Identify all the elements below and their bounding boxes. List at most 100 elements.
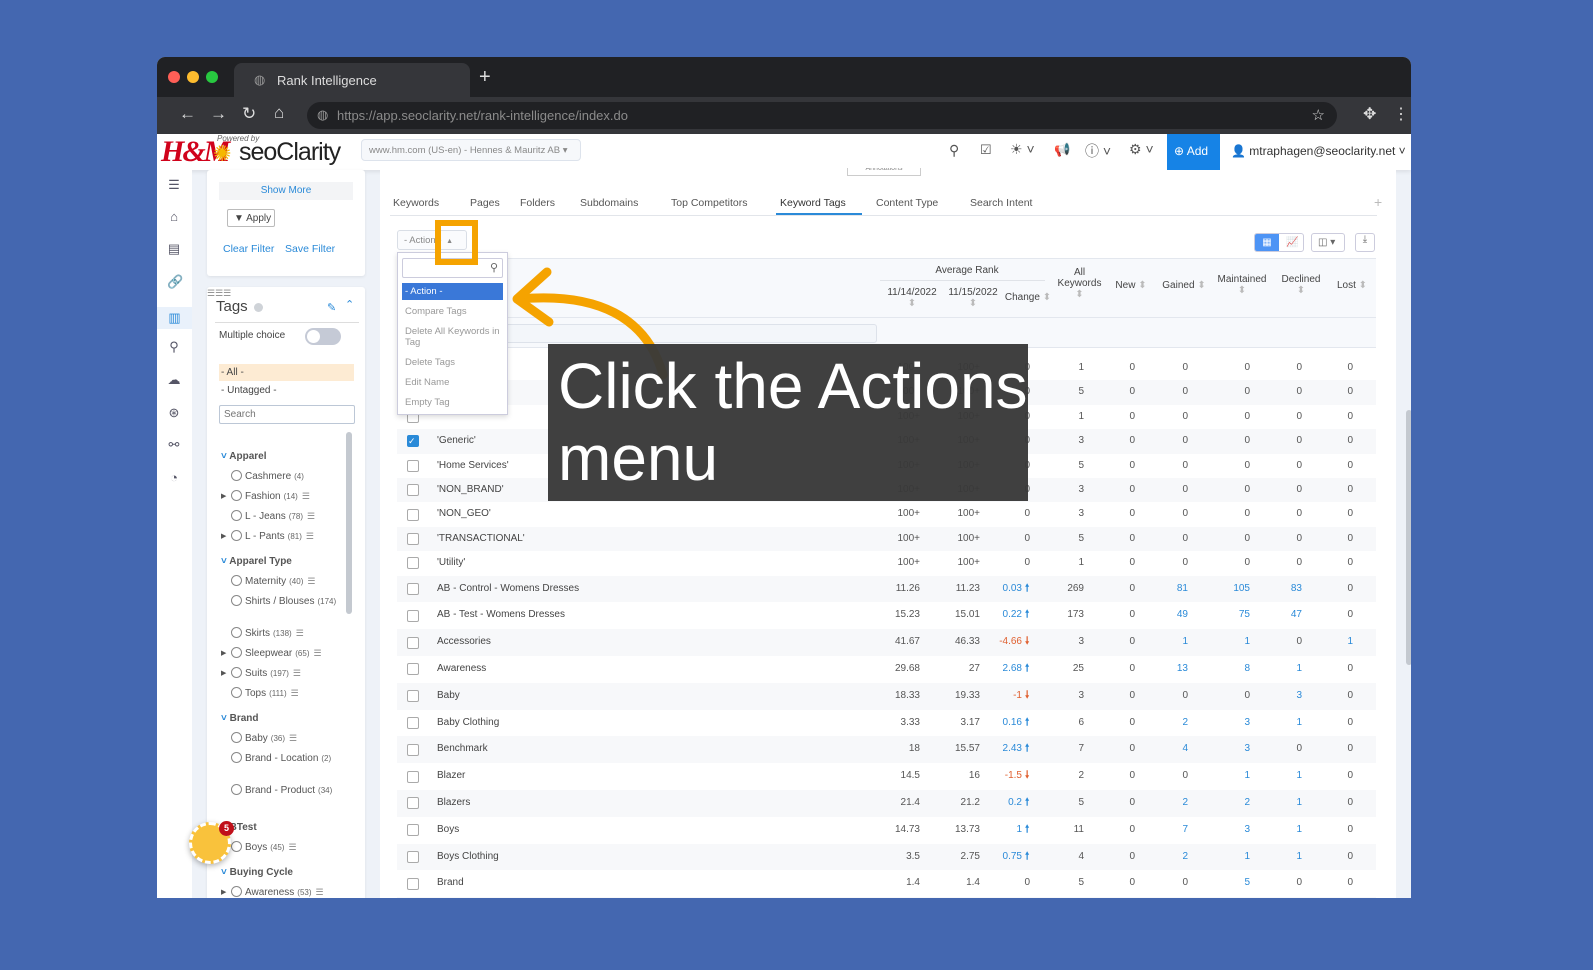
tag-name[interactable]: Boys <box>437 817 459 844</box>
tag-item[interactable]: L - Jeans (78) ☰ <box>223 510 315 522</box>
tag-group[interactable]: ˅ Apparel Type <box>221 556 292 567</box>
tag-radio[interactable] <box>231 784 242 795</box>
cell-declined[interactable]: 1 <box>1252 656 1302 683</box>
cell-gained[interactable]: 2 <box>1138 710 1188 737</box>
add-button[interactable]: ⊕ Add <box>1167 134 1220 170</box>
tag-item[interactable]: ▶ Awareness (53) ☰ <box>221 886 324 898</box>
lightbulb-icon[interactable]: ☀ ˅ <box>1010 141 1035 158</box>
tag-radio[interactable] <box>231 595 242 606</box>
tag-group[interactable]: ˅ Buying Cycle <box>221 867 293 878</box>
row-checkbox[interactable] <box>407 636 419 649</box>
col-maintained[interactable]: Maintained ⬍ <box>1212 274 1272 296</box>
expand-caret-icon[interactable]: ▶ <box>221 532 226 540</box>
tag-radio[interactable] <box>231 647 242 658</box>
history-icon[interactable]: ☰ <box>307 511 315 521</box>
row-checkbox[interactable] <box>407 459 419 472</box>
tag-name[interactable]: Baby Clothing <box>437 710 499 737</box>
col-change[interactable]: Change ⬍ <box>1004 292 1052 303</box>
expand-caret-icon[interactable]: ▶ <box>221 669 226 677</box>
back-icon[interactable]: ← <box>179 104 196 124</box>
help-icon[interactable]: ⓘ ˅ <box>1085 141 1111 161</box>
cell-gained[interactable]: 7 <box>1138 817 1188 844</box>
url-input[interactable]: ◍ https://app.seoclarity.net/rank-intell… <box>307 102 1337 129</box>
cell-maintained[interactable]: 2 <box>1200 897 1250 898</box>
row-checkbox[interactable] <box>407 877 419 890</box>
expand-caret-icon[interactable]: ▶ <box>221 492 226 500</box>
tag-item[interactable]: Boys (45) ☰ <box>223 841 297 853</box>
col-gained[interactable]: Gained ⬍ <box>1158 280 1210 291</box>
cell-gained[interactable]: 2 <box>1138 844 1188 871</box>
history-icon[interactable]: ☰ <box>289 733 297 743</box>
tag-radio[interactable] <box>231 886 242 897</box>
tag-item[interactable]: Skirts (138) ☰ <box>223 627 304 639</box>
tag-name[interactable]: Blazers <box>437 790 470 817</box>
history-icon[interactable]: ☰ <box>293 668 301 678</box>
row-checkbox[interactable] <box>407 690 419 703</box>
history-icon[interactable]: ☰ <box>316 887 324 897</box>
tab-search-intent[interactable]: Search Intent <box>970 197 1032 209</box>
table-row[interactable]: Baby 18.33 19.33 -1 🠗 3 0 0 0 3 0 <box>397 682 1376 710</box>
cell-maintained[interactable]: 8 <box>1200 656 1250 683</box>
search-nav-icon[interactable]: ⚲ <box>167 340 181 354</box>
tag-name[interactable]: Accessories <box>437 629 491 656</box>
col-date2[interactable]: 11/15/2022 ⬍ <box>943 287 1003 309</box>
tag-item[interactable]: ▶ Fashion (14) ☰ <box>221 490 310 502</box>
history-icon[interactable]: ☰ <box>314 648 322 658</box>
history-icon[interactable]: ☰ <box>296 628 304 638</box>
tag-name[interactable]: AB - Control - Womens Dresses <box>437 576 579 603</box>
collapse-icon[interactable]: ⌃ <box>345 298 354 311</box>
row-checkbox[interactable] <box>407 850 419 863</box>
browser-tab[interactable]: ◍ Rank Intelligence <box>234 63 470 97</box>
table-row[interactable]: 'TRANSACTIONAL' 100+ 100+ 0 5 0 0 0 0 0 <box>397 526 1376 552</box>
cell-declined[interactable]: 1 <box>1252 710 1302 737</box>
table-row[interactable]: Boys Clothing 3.5 2.75 0.75 🠕 4 0 2 1 1 0 <box>397 843 1376 871</box>
table-row[interactable]: AB - Test - Womens Dresses 15.23 15.01 0.22… <box>397 602 1376 629</box>
table-row[interactable]: 'Utility' 100+ 100+ 0 1 0 0 0 0 0 <box>397 551 1376 575</box>
cell-maintained[interactable]: 1 <box>1200 629 1250 656</box>
save-filter-link[interactable]: Save Filter <box>285 243 335 255</box>
actions-menu-item[interactable]: - Action - <box>402 283 503 300</box>
table-view-icon[interactable]: ▦ <box>1255 234 1279 251</box>
actions-menu-item[interactable]: Empty Tag <box>402 394 503 411</box>
row-checkbox[interactable] <box>407 716 419 729</box>
cell-declined[interactable]: 1 <box>1252 763 1302 790</box>
hamburger-menu-icon[interactable]: ☰ <box>167 178 181 192</box>
cell-gained[interactable]: 4 <box>1138 736 1188 763</box>
row-checkbox[interactable] <box>407 532 419 545</box>
actions-menu-item[interactable]: Delete All Keywords in Tag <box>402 323 503 351</box>
cell-declined[interactable]: 1 <box>1252 817 1302 844</box>
home-icon[interactable]: ⌂ <box>274 103 284 123</box>
history-icon[interactable]: ☰ <box>207 288 215 298</box>
row-checkbox[interactable] <box>407 557 419 570</box>
table-row[interactable]: Baby Clothing 3.33 3.17 0.16 🠕 6 0 2 3 1 0 <box>397 710 1376 737</box>
row-checkbox[interactable] <box>407 743 419 756</box>
table-row[interactable]: Boys 14.73 13.73 1 🠕 11 0 7 3 1 0 <box>397 817 1376 844</box>
history-icon[interactable]: ☰ <box>215 288 223 298</box>
cell-declined[interactable]: 3 <box>1252 683 1302 710</box>
tag-radio[interactable] <box>231 627 242 638</box>
new-tab-button[interactable]: + <box>479 66 491 89</box>
tag-item[interactable]: Baby (36) ☰ <box>223 732 297 744</box>
home-nav-icon[interactable]: ⌂ <box>167 210 181 224</box>
workflow-nav-icon[interactable]: ⚯ <box>167 438 181 452</box>
table-row[interactable]: Blazer 14.5 16 -1.5 🠗 2 0 0 1 1 0 <box>397 763 1376 790</box>
cell-gained[interactable]: 13 <box>1138 656 1188 683</box>
forward-icon[interactable]: → <box>210 104 227 124</box>
cell-maintained[interactable]: 3 <box>1200 710 1250 737</box>
show-more-button[interactable]: Show More <box>219 182 353 200</box>
tag-radio[interactable] <box>231 841 242 852</box>
row-checkbox[interactable] <box>407 484 419 497</box>
cell-gained[interactable]: 81 <box>1138 576 1188 603</box>
tab-keywords[interactable]: Keywords <box>393 197 439 209</box>
actions-menu-item[interactable]: Edit Name <box>402 374 503 391</box>
tag-name[interactable]: Brand <box>437 870 464 897</box>
tab-content-type[interactable]: Content Type <box>876 197 938 209</box>
tag-radio[interactable] <box>231 530 242 541</box>
actions-menu-item[interactable]: Delete Tags <box>402 354 503 371</box>
browser-menu-icon[interactable]: ⋮ <box>1393 104 1409 124</box>
history-icon[interactable]: ☰ <box>307 576 315 586</box>
help-icon[interactable] <box>254 303 263 312</box>
tag-radio[interactable] <box>231 490 242 501</box>
cell-maintained[interactable]: 3 <box>1200 817 1250 844</box>
cell-declined[interactable]: 1 <box>1252 790 1302 817</box>
